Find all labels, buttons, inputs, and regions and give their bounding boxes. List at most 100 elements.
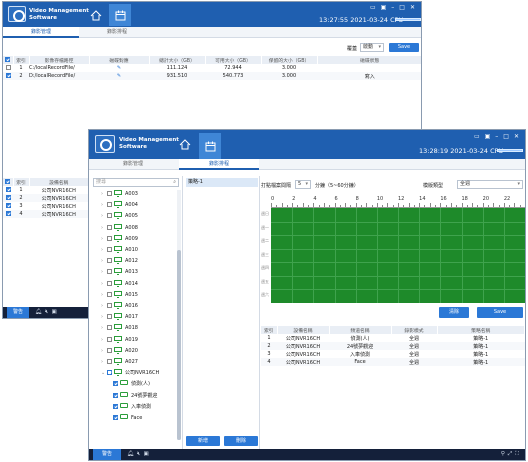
- row-checkbox-cell[interactable]: [3, 186, 13, 194]
- overwrite-select[interactable]: 啟動: [360, 43, 384, 52]
- table-row[interactable]: 3 公司NVR16CH: [3, 202, 89, 210]
- tab-record-schedule[interactable]: 錄影排程: [179, 159, 259, 170]
- table-row[interactable]: 1 公司NVR16CH: [3, 186, 89, 194]
- maximize-icon[interactable]: □: [399, 4, 405, 11]
- select-all-checkbox[interactable]: [5, 57, 11, 62]
- tree-checkbox[interactable]: [107, 224, 112, 230]
- interval-select[interactable]: 5: [295, 180, 311, 189]
- row-checkbox-cell[interactable]: [3, 64, 13, 72]
- schedule-grid[interactable]: [271, 208, 525, 303]
- row-checkbox[interactable]: [5, 73, 11, 78]
- tree-scrollbar[interactable]: [177, 190, 181, 440]
- back-save-button[interactable]: Save: [389, 43, 419, 52]
- tree-item[interactable]: › A005: [91, 211, 173, 222]
- pencil-icon[interactable]: ✎: [117, 65, 121, 71]
- tree-checkbox[interactable]: [107, 291, 112, 297]
- lock-icon[interactable]: ▣: [381, 4, 387, 11]
- close-icon[interactable]: ✕: [410, 4, 415, 11]
- search-icon[interactable]: ⌕: [173, 179, 176, 186]
- bell-icon[interactable]: 🔔︎: [127, 449, 134, 460]
- tree-checkbox[interactable]: [107, 325, 112, 331]
- front-alarm-button[interactable]: 警告: [93, 449, 121, 460]
- tree-checkbox[interactable]: [113, 403, 118, 409]
- schedule-nav-button[interactable]: [199, 133, 221, 159]
- bell-icon[interactable]: 🔔︎: [35, 307, 42, 318]
- screen-icon[interactable]: ▣: [51, 307, 56, 318]
- minimize-icon[interactable]: –: [495, 133, 498, 140]
- header-checkbox[interactable]: [3, 56, 14, 64]
- tree-channel-item[interactable]: 偵測(人): [91, 379, 173, 390]
- row-checkbox[interactable]: [5, 65, 11, 70]
- tree-checkbox[interactable]: [107, 314, 112, 320]
- add-policy-button[interactable]: 新增: [186, 436, 220, 446]
- tree-item[interactable]: › A009: [91, 234, 173, 245]
- table-row[interactable]: 4 公司NVR16CH Face 全週 策略-1: [261, 358, 525, 366]
- table-row[interactable]: 4 公司NVR16CH: [3, 210, 89, 218]
- row-checkbox-cell[interactable]: [3, 202, 13, 210]
- tree-item[interactable]: › A017: [91, 312, 173, 323]
- edit-cell[interactable]: ✎: [89, 64, 149, 72]
- tree-checkbox[interactable]: [107, 359, 112, 364]
- tab-record-management[interactable]: 錄影管理: [3, 27, 79, 38]
- tree-checkbox[interactable]: [107, 269, 112, 275]
- delete-policy-button[interactable]: 刪除: [224, 436, 258, 446]
- row-checkbox[interactable]: [5, 203, 11, 208]
- tree-checkbox[interactable]: [107, 336, 112, 342]
- tree-group[interactable]: ⌄ 公司NVR16CH: [91, 368, 173, 379]
- tree-item[interactable]: › A004: [91, 200, 173, 211]
- tree-checkbox[interactable]: [107, 191, 112, 196]
- tree-checkbox[interactable]: [113, 392, 118, 398]
- tab-record-management[interactable]: 錄影管理: [93, 159, 173, 170]
- clear-button[interactable]: 清除: [439, 307, 469, 318]
- tree-channel-item[interactable]: 入車偵測: [91, 402, 173, 413]
- table-row[interactable]: 2 公司NVR16CH: [3, 194, 89, 202]
- home-nav-button[interactable]: [174, 133, 196, 155]
- tree-item[interactable]: › A018: [91, 323, 173, 334]
- tree-item[interactable]: › A020: [91, 346, 173, 357]
- tree-item[interactable]: › A015: [91, 290, 173, 301]
- tab-record-schedule[interactable]: 錄影排程: [79, 27, 155, 38]
- expand-icon[interactable]: ⤢: [508, 449, 512, 460]
- screen-icon[interactable]: ▣: [143, 449, 148, 460]
- select-all-checkbox[interactable]: [5, 179, 11, 184]
- tree-checkbox[interactable]: [107, 280, 112, 286]
- row-checkbox-cell[interactable]: [3, 194, 13, 202]
- lock-icon[interactable]: ▣: [485, 133, 491, 140]
- tree-item[interactable]: › A010: [91, 245, 173, 256]
- close-icon[interactable]: ✕: [514, 133, 519, 140]
- tree-item[interactable]: › A027: [91, 357, 173, 368]
- edit-cell[interactable]: ✎: [89, 72, 149, 80]
- home-nav-button[interactable]: [85, 4, 107, 26]
- pencil-icon[interactable]: ✎: [117, 73, 121, 79]
- table-row[interactable]: 2 D:/localRecordFile/ ✎ 931.510 540.773 …: [3, 72, 421, 80]
- tree-item[interactable]: › A008: [91, 223, 173, 234]
- tree-item[interactable]: › A003: [91, 189, 173, 200]
- table-row[interactable]: 1 公司NVR16CH 偵測(人) 全週 策略-1: [261, 334, 525, 342]
- schedule-nav-button[interactable]: [109, 4, 131, 26]
- tree-checkbox[interactable]: [107, 247, 112, 252]
- table-row[interactable]: 2 公司NVR16CH 24號夢觀迎 全週 策略-1: [261, 342, 525, 350]
- tree-channel-item[interactable]: Face: [91, 413, 173, 424]
- tree-checkbox[interactable]: [107, 213, 112, 219]
- policy-item[interactable]: 策略-1: [186, 178, 258, 187]
- schedule-save-button[interactable]: Save: [477, 307, 523, 318]
- tree-scrollbar-thumb[interactable]: [177, 250, 181, 440]
- tree-item[interactable]: › A013: [91, 267, 173, 278]
- maximize-icon[interactable]: □: [503, 133, 509, 140]
- minimize-icon[interactable]: –: [391, 4, 394, 11]
- header-checkbox[interactable]: [3, 178, 14, 186]
- tree-checkbox[interactable]: [113, 415, 118, 420]
- tree-checkbox[interactable]: [107, 235, 112, 241]
- tree-checkbox[interactable]: [107, 258, 112, 264]
- template-select[interactable]: 全週: [457, 180, 523, 189]
- table-row[interactable]: 1 C:/localRecordFile/ ✎ 111.124 72.944 3…: [3, 64, 421, 72]
- tree-checkbox[interactable]: [107, 370, 112, 376]
- tree-item[interactable]: › A016: [91, 301, 173, 312]
- row-checkbox-cell[interactable]: [3, 72, 13, 80]
- row-checkbox[interactable]: [5, 187, 11, 192]
- back-alarm-button[interactable]: 警告: [7, 307, 29, 318]
- row-checkbox-cell[interactable]: [3, 210, 13, 218]
- tree-checkbox[interactable]: [107, 202, 112, 208]
- row-checkbox[interactable]: [5, 195, 11, 200]
- mute-icon[interactable]: 🔇︎: [45, 307, 48, 318]
